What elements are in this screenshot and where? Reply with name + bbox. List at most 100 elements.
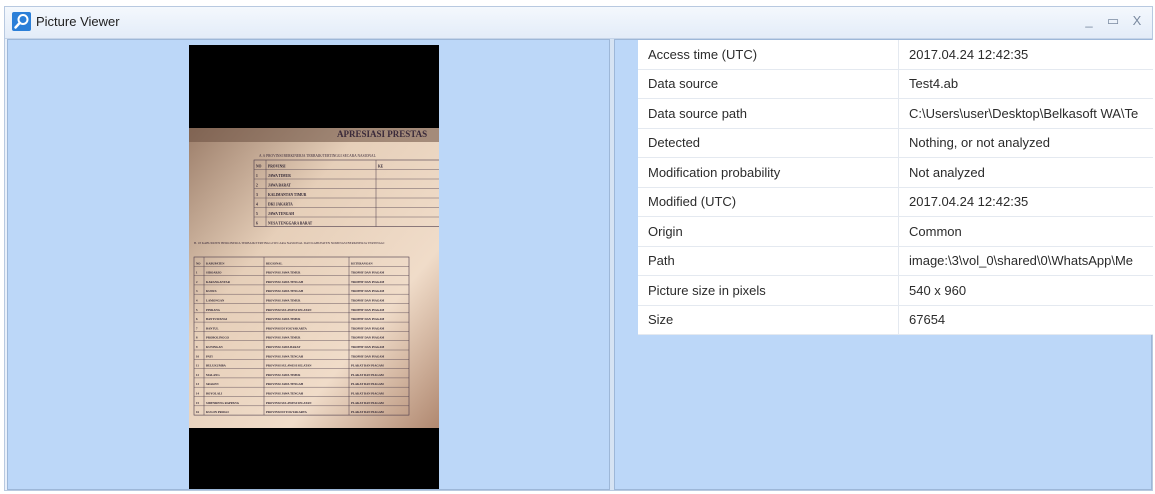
property-row[interactable]: Modified (UTC) 2017.04.24 12:42:35 bbox=[638, 187, 1153, 217]
photo-table-header: REGIONAL bbox=[266, 261, 282, 265]
photo-table-header: NO bbox=[196, 261, 201, 265]
photo-table-cell: SRAGEN bbox=[206, 382, 219, 386]
property-value: 67654 bbox=[898, 305, 1153, 335]
photo-table-cell: PLAKAT DAN PIAGAM bbox=[351, 401, 384, 405]
photo-table-cell: BANTUL bbox=[206, 326, 219, 330]
photo-table-cell: JAWA BARAT bbox=[268, 184, 291, 188]
photo-table-cell: PROBOLINGGO bbox=[206, 336, 230, 340]
photo-table-cell: BULUKUMBA bbox=[206, 364, 227, 368]
photo-table-cell: TROPHY DAN PIAGAM bbox=[351, 271, 384, 275]
photo-table-cell: SIDOARJO bbox=[206, 271, 222, 275]
photo-table-cell: JAWA TIMUR bbox=[268, 174, 291, 178]
property-row[interactable]: Origin Common bbox=[638, 216, 1153, 247]
photo-table-cell: KUDUS bbox=[206, 289, 217, 293]
photo-table-cell: TROPHY DAN PIAGAM bbox=[351, 308, 384, 312]
property-value: C:\Users\user\Desktop\Belkasoft WA\Te bbox=[898, 98, 1153, 129]
property-row[interactable]: Data source Test4.ab bbox=[638, 69, 1153, 99]
magnifier-icon bbox=[12, 12, 31, 31]
properties-table: Access time (UTC) 2017.04.24 12:42:35 Data… bbox=[638, 40, 1153, 335]
title-bar: Picture Viewer _ ▭ X bbox=[5, 7, 1152, 39]
property-value: 2017.04.24 12:42:35 bbox=[898, 40, 1153, 70]
photo-table-cell: TROPHY DAN PIAGAM bbox=[351, 317, 384, 321]
property-name: Access time (UTC) bbox=[638, 40, 899, 70]
property-value: Test4.ab bbox=[898, 69, 1153, 99]
photo-table-cell: 1 bbox=[256, 174, 258, 178]
photo-table-cell: TROPHY DAN PIAGAM bbox=[351, 289, 384, 293]
photo-table-cell: PINRANG bbox=[206, 308, 221, 312]
photo-table-cell: TROPHY DAN PIAGAM bbox=[351, 345, 384, 349]
property-name: Origin bbox=[638, 216, 899, 247]
photo-table-cell: NUSA TENGGARA BARAT bbox=[268, 222, 313, 226]
photo-table-cell: PLAKAT DAN PIAGAM bbox=[351, 392, 384, 396]
photo-table-cell: PLAKAT DAN PIAGAM bbox=[351, 410, 384, 414]
photo-table-cell: 13 bbox=[196, 382, 200, 386]
photo-table-cell: 12 bbox=[196, 373, 200, 377]
photo-table-cell: MALANG bbox=[206, 373, 220, 377]
photo-table-cell: SIDENRENG RAPPANG bbox=[206, 401, 240, 405]
photo-table-cell: DKI JAKARTA bbox=[268, 203, 293, 207]
photo-table-cell: PROVINSI JAWA TENGAH bbox=[266, 289, 304, 293]
window-title: Picture Viewer bbox=[36, 14, 120, 29]
photo-table-cell: 6 bbox=[256, 222, 258, 226]
photo-table-cell: PROVINSI JAWA TIMUR bbox=[266, 299, 301, 303]
photo-table-cell: JAWA TENGAH bbox=[268, 212, 294, 216]
property-name: Detected bbox=[638, 128, 899, 158]
property-row[interactable]: Access time (UTC) 2017.04.24 12:42:35 bbox=[638, 40, 1153, 70]
property-name: Modification probability bbox=[638, 157, 899, 188]
property-name: Path bbox=[638, 246, 899, 276]
photo-header-text: APRESIASI PRESTAS bbox=[337, 129, 427, 139]
close-button[interactable]: X bbox=[1130, 11, 1144, 31]
photo-table-cell: 15 bbox=[196, 401, 200, 405]
photo-table-header: KABUPATEN bbox=[206, 261, 225, 265]
property-name: Picture size in pixels bbox=[638, 275, 899, 306]
property-row[interactable]: Modification probability Not analyzed bbox=[638, 157, 1153, 188]
property-row[interactable]: Path image:\3\vol_0\shared\0\WhatsApp\Me bbox=[638, 246, 1153, 276]
photo-table-cell: PROVINSI JAWA TENGAH bbox=[266, 354, 304, 358]
properties-pane: Access time (UTC) 2017.04.24 12:42:35 Data… bbox=[614, 39, 1153, 490]
photo-table-cell: 3 bbox=[256, 193, 258, 197]
photo-table-cell: TROPHY DAN PIAGAM bbox=[351, 326, 384, 330]
property-value: Common bbox=[898, 216, 1153, 247]
photo-table-cell: 4 bbox=[256, 203, 258, 207]
photo-table-cell: 10 bbox=[196, 354, 200, 358]
photo-table-cell: PATI bbox=[206, 354, 214, 358]
picture-viewer-window: Picture Viewer _ ▭ X APRESIASI PRESTAS A… bbox=[4, 6, 1153, 491]
photo-table-cell: KUNINGAN bbox=[206, 345, 224, 349]
photo-table-cell: 5 bbox=[256, 212, 258, 216]
photo-section-b: B. 18 KABUPATEN BERKINERJA TERBAIK/TERTI… bbox=[194, 241, 384, 245]
photo-table-cell: BANYUWANGI bbox=[206, 317, 228, 321]
photo-table-cell: PROVINSI DI YOGYAKARTA bbox=[266, 410, 308, 414]
property-row[interactable]: Data source path C:\Users\user\Desktop\Be… bbox=[638, 98, 1153, 129]
photo-table-cell: KALIMANTAN TIMUR bbox=[268, 193, 307, 197]
property-row[interactable]: Size 67654 bbox=[638, 305, 1153, 335]
maximize-button[interactable]: ▭ bbox=[1106, 11, 1120, 31]
photo-table-header: KE bbox=[378, 165, 384, 169]
property-value: 540 x 960 bbox=[898, 275, 1153, 306]
photo-table-cell: 16 bbox=[196, 410, 200, 414]
property-name: Data source bbox=[638, 69, 899, 99]
photo-table-cell: PROVINSI SULAWESI SELATAN bbox=[266, 401, 312, 405]
preview-photo[interactable]: APRESIASI PRESTAS A. 6 PROVINSI BERKINER… bbox=[189, 45, 452, 489]
property-name: Data source path bbox=[638, 98, 899, 129]
photo-table-cell: PLAKAT DAN PIAGAM bbox=[351, 382, 384, 386]
photo-table-cell: PROVINSI JAWA TENGAH bbox=[266, 382, 304, 386]
photo-table-cell: PROVINSI JAWA TENGAH bbox=[266, 392, 304, 396]
photo-table-cell: PROVINSI SULAWESI SELATAN bbox=[266, 364, 312, 368]
photo-table-header: PROVINSI bbox=[268, 165, 286, 169]
photo-table-cell: PROVINSI SULAWESI SELATAN bbox=[266, 308, 312, 312]
photo-table-cell: PROVINSI JAWA TIMUR bbox=[266, 317, 301, 321]
minimize-button[interactable]: _ bbox=[1082, 11, 1096, 31]
photo-table-cell: PROVINSI JAWA TIMUR bbox=[266, 336, 301, 340]
property-row[interactable]: Detected Nothing, or not analyzed bbox=[638, 128, 1153, 158]
image-preview-pane: APRESIASI PRESTAS A. 6 PROVINSI BERKINER… bbox=[7, 39, 610, 490]
photo-table-cell: PROVINSI DI YOGYAKARTA bbox=[266, 326, 308, 330]
photo-table-cell: PLAKAT DAN PIAGAM bbox=[351, 373, 384, 377]
photo-table-cell: TROPHY DAN PIAGAM bbox=[351, 299, 384, 303]
photo-table-cell: TROPHY DAN PIAGAM bbox=[351, 354, 384, 358]
property-row[interactable]: Picture size in pixels 540 x 960 bbox=[638, 275, 1153, 306]
photo-table-cell: 11 bbox=[196, 364, 199, 368]
photo-table-cell: TROPHY DAN PIAGAM bbox=[351, 280, 384, 284]
photo-table-cell: 2 bbox=[256, 184, 258, 188]
photo-table-cell: BOYOLALI bbox=[206, 392, 223, 396]
photo-table-cell: KULON PROGO bbox=[206, 410, 229, 414]
